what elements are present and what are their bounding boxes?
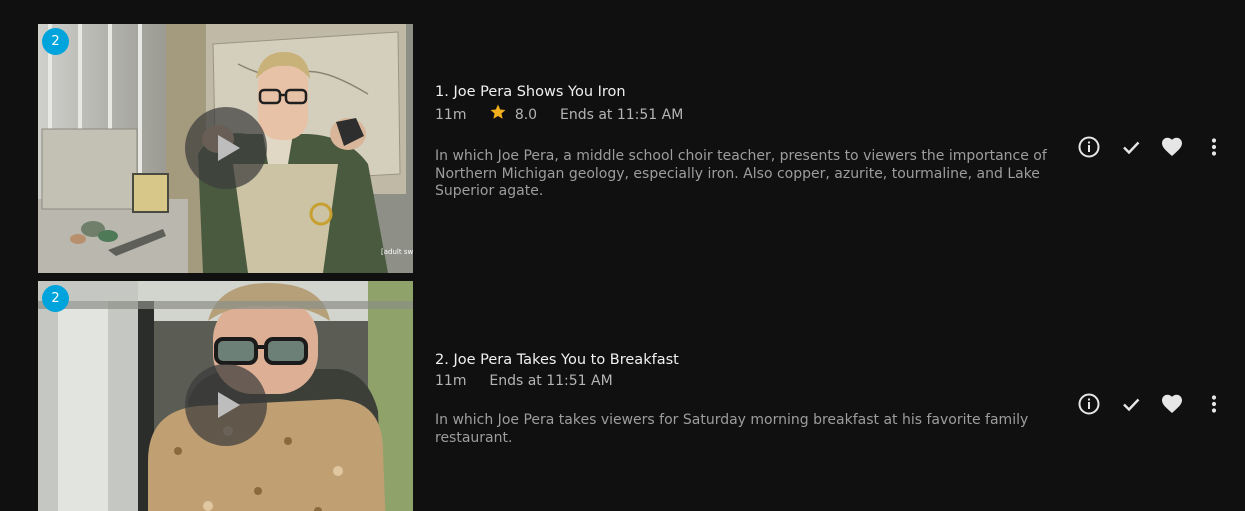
community-rating: 8.0 [514, 107, 538, 123]
episode-info: 2. Joe Pera Takes You to Breakfast 11m E… [435, 351, 1055, 447]
play-button[interactable] [185, 364, 267, 446]
heart-icon [1162, 394, 1182, 413]
info-icon [1078, 393, 1100, 415]
unwatched-count-badge: 2 [42, 28, 69, 55]
episode-info: 1. Joe Pera Shows You Iron 11m 8.0 Ends … [435, 83, 1055, 201]
episode-overview: In which Joe Pera takes viewers for Satu… [435, 412, 1029, 446]
unwatched-count-badge: 2 [42, 285, 69, 312]
episode-thumbnail[interactable]: 2 [38, 281, 413, 511]
episode-meta: 11m 8.0 Ends at 11:51 AM [435, 103, 1055, 127]
runtime: 11m [435, 373, 467, 389]
more-vertical-icon [1211, 138, 1217, 156]
episode-row: 2 2. Joe Pera Takes You to Breakfast 11m… [38, 281, 1245, 511]
mark-played-button[interactable] [1116, 132, 1146, 162]
mark-played-button[interactable] [1116, 389, 1146, 419]
info-button[interactable] [1074, 132, 1104, 162]
runtime: 11m [435, 107, 467, 123]
more-button[interactable] [1199, 132, 1229, 162]
episode-title[interactable]: 2. Joe Pera Takes You to Breakfast [435, 351, 1055, 369]
episode-title[interactable]: 1. Joe Pera Shows You Iron [435, 83, 1055, 101]
check-icon [1123, 141, 1140, 155]
play-icon [218, 392, 240, 418]
star-icon [489, 103, 507, 127]
end-time: Ends at 11:51 AM [489, 373, 613, 389]
play-button[interactable] [185, 107, 267, 189]
episode-meta: 11m Ends at 11:51 AM [435, 371, 1055, 391]
watermark: [adult swim] [381, 248, 413, 256]
heart-icon [1162, 137, 1182, 156]
favorite-button[interactable] [1157, 132, 1187, 162]
play-icon [218, 135, 240, 161]
episode-thumbnail[interactable]: [adult swim] 2 [38, 24, 413, 273]
more-button[interactable] [1199, 389, 1229, 419]
info-button[interactable] [1074, 389, 1104, 419]
info-icon [1078, 136, 1100, 158]
end-time: Ends at 11:51 AM [559, 107, 684, 123]
episode-overview: In which Joe Pera, a middle school choir… [435, 148, 1047, 199]
episode-row: [adult swim] 2 1. Joe Pera Shows You Iro… [38, 24, 1245, 273]
check-icon [1123, 398, 1140, 412]
more-vertical-icon [1211, 395, 1217, 413]
favorite-button[interactable] [1157, 389, 1187, 419]
